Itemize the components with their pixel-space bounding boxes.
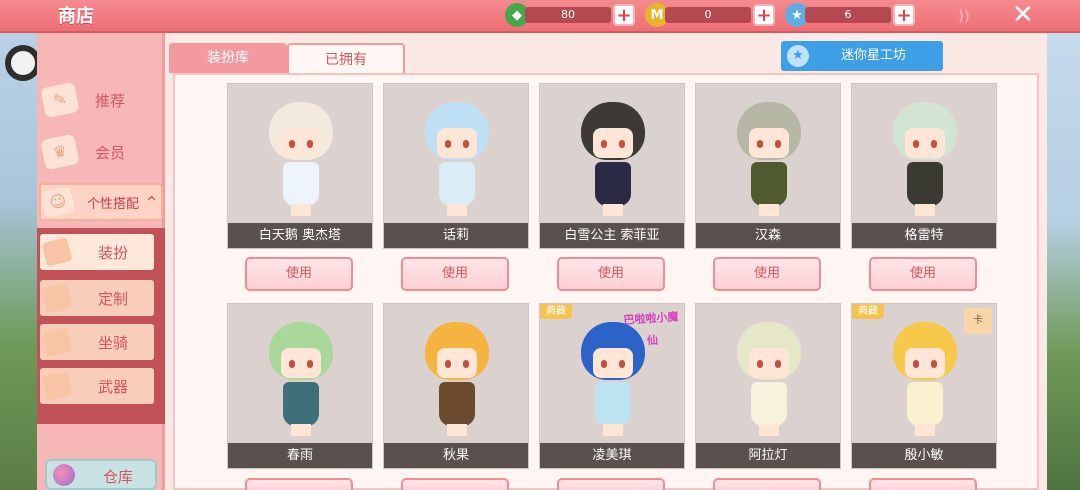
member-icon: ♛ xyxy=(40,133,80,171)
outfit-card[interactable]: 汉森 xyxy=(695,83,841,249)
resource-value: 80 xyxy=(525,7,611,23)
character-avatar xyxy=(573,98,653,218)
sidebar-subitem-dressup[interactable]: 装扮 xyxy=(40,234,154,270)
use-button[interactable] xyxy=(245,478,353,490)
character-avatar xyxy=(729,98,809,218)
sidebar-item-label: 会员 xyxy=(95,143,126,162)
sidebar-submenu: 装扮 定制 坐骑 武器 xyxy=(37,228,165,424)
sidebar-item-label: 坐骑 xyxy=(98,333,129,352)
character-avatar xyxy=(573,318,653,438)
sidebar-subitem-mount[interactable]: 坐骑 xyxy=(40,324,154,360)
outfit-name: 白天鹅 奥杰塔 xyxy=(228,223,372,248)
use-button[interactable]: 使用 xyxy=(713,257,821,291)
dressup-icon xyxy=(41,237,73,267)
warehouse-button[interactable]: 仓库 xyxy=(45,459,157,490)
outfit-card[interactable]: 秋果 xyxy=(383,303,529,469)
tab-bar: 装扮库 已拥有 ★ 迷你星工坊 xyxy=(165,39,1047,73)
series-logo: 巴啦啦小魔仙 xyxy=(623,310,679,348)
use-button[interactable] xyxy=(557,478,665,490)
sidebar-item-recommend[interactable]: ✎ 推荐 xyxy=(37,77,165,123)
outfit-name: 秋果 xyxy=(384,443,528,468)
sidebar-item-label: 装扮 xyxy=(98,243,129,262)
rss-icon[interactable]: )) xyxy=(958,7,970,25)
outfit-name: 殷小敏 xyxy=(852,443,996,468)
outfit-name: 话莉 xyxy=(384,223,528,248)
collection-badge: 典藏 xyxy=(852,304,884,319)
outfit-grid: 白天鹅 奥杰塔 话莉 白雪公主 索菲亚 汉森 格雷特 使用 使用 使用 使用 使… xyxy=(173,73,1039,490)
resource-value: 0 xyxy=(665,7,751,23)
card-badge: 卡 xyxy=(964,308,992,334)
weapon-icon xyxy=(41,371,73,401)
page-title: 商店 xyxy=(58,6,94,27)
tab-owned[interactable]: 已拥有 xyxy=(287,43,405,73)
outfit-name: 格雷特 xyxy=(852,223,996,248)
outfit-name: 白雪公主 索菲亚 xyxy=(540,223,684,248)
character-avatar xyxy=(417,98,497,218)
add-gems-button[interactable]: + xyxy=(613,4,635,26)
custom-icon xyxy=(41,283,73,313)
tab-outfit-library[interactable]: 装扮库 xyxy=(169,43,287,73)
studio-button[interactable]: ★ 迷你星工坊 xyxy=(781,41,943,71)
character-avatar xyxy=(417,318,497,438)
outfit-card[interactable]: 阿拉灯 xyxy=(695,303,841,469)
sidebar-item-member[interactable]: ♛ 会员 xyxy=(37,129,165,175)
sidebar-subitem-custom[interactable]: 定制 xyxy=(40,280,154,316)
outfit-card[interactable]: 白雪公主 索菲亚 xyxy=(539,83,685,249)
add-coins-button[interactable]: + xyxy=(753,4,775,26)
resource-value: 6 xyxy=(805,7,891,23)
use-button[interactable]: 使用 xyxy=(401,257,509,291)
outfit-name: 凌美琪 xyxy=(540,443,684,468)
outfit-name: 春雨 xyxy=(228,443,372,468)
sidebar-item-outfit-group[interactable]: ☺ 个性搭配 ^ xyxy=(39,183,163,221)
collection-badge: 典藏 xyxy=(540,304,572,319)
outfit-card[interactable]: 格雷特 xyxy=(851,83,997,249)
character-avatar xyxy=(885,98,965,218)
float-ball-icon[interactable] xyxy=(5,45,41,81)
top-bar: 商店 ◆ 80 + M 0 + ★ 6 + )) ✕ xyxy=(0,0,1080,33)
sidebar-subitem-weapon[interactable]: 武器 xyxy=(40,368,154,404)
use-button[interactable] xyxy=(869,478,977,490)
chevron-up-icon: ^ xyxy=(146,194,157,210)
resource-stars: ★ 6 + xyxy=(785,3,915,27)
use-button[interactable]: 使用 xyxy=(557,257,665,291)
character-avatar xyxy=(885,318,965,438)
character-avatar xyxy=(261,98,341,218)
outfit-card[interactable]: 典藏 巴啦啦小魔仙 凌美琪 xyxy=(539,303,685,469)
sidebar-item-label: 个性搭配 xyxy=(87,196,140,212)
sidebar-item-label: 定制 xyxy=(98,289,129,308)
outfit-name: 阿拉灯 xyxy=(696,443,840,468)
sidebar-item-label: 武器 xyxy=(98,377,129,396)
recommend-icon: ✎ xyxy=(40,81,80,119)
close-icon[interactable]: ✕ xyxy=(1012,0,1034,30)
outfit-card[interactable]: 典藏 卡 殷小敏 xyxy=(851,303,997,469)
outfit-card[interactable]: 白天鹅 奥杰塔 xyxy=(227,83,373,249)
character-avatar xyxy=(261,318,341,438)
character-avatar xyxy=(729,318,809,438)
sidebar-item-label: 推荐 xyxy=(95,91,126,110)
use-button[interactable]: 使用 xyxy=(869,257,977,291)
use-button[interactable]: 使用 xyxy=(245,257,353,291)
sidebar: ✎ 推荐 ♛ 会员 ☺ 个性搭配 ^ 装扮 定制 坐骑 武器 仓库 xyxy=(37,33,165,490)
mount-icon xyxy=(41,327,73,357)
outfit-name: 汉森 xyxy=(696,223,840,248)
use-button[interactable] xyxy=(713,478,821,490)
warehouse-label: 仓库 xyxy=(103,468,134,486)
outfit-card[interactable]: 话莉 xyxy=(383,83,529,249)
outfit-card[interactable]: 春雨 xyxy=(227,303,373,469)
outfit-group-icon: ☺ xyxy=(40,186,76,218)
warehouse-icon xyxy=(53,464,75,486)
add-stars-button[interactable]: + xyxy=(893,4,915,26)
main-panel: 装扮库 已拥有 ★ 迷你星工坊 白天鹅 奥杰塔 话莉 白雪公主 索菲亚 汉森 格… xyxy=(165,33,1047,490)
use-button[interactable] xyxy=(401,478,509,490)
resource-gems: ◆ 80 + xyxy=(505,3,635,27)
star-icon: ★ xyxy=(787,45,809,67)
resource-coins: M 0 + xyxy=(645,3,775,27)
studio-label: 迷你星工坊 xyxy=(841,48,907,63)
